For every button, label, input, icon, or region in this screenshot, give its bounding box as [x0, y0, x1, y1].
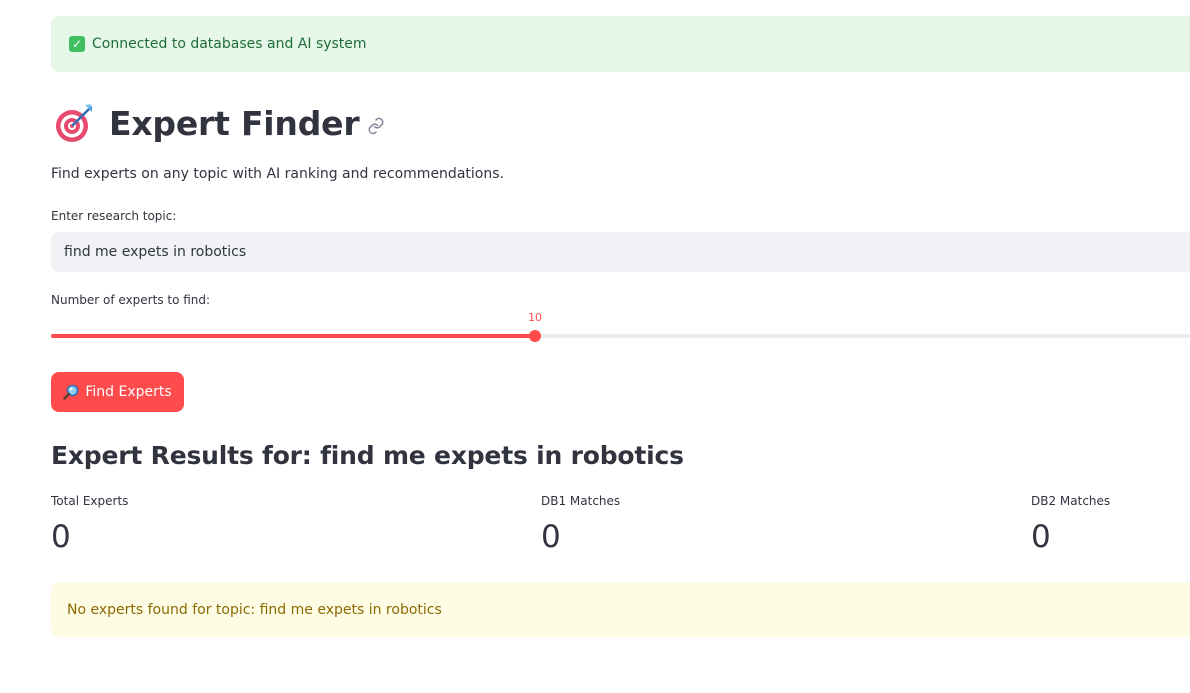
- count-slider-value: 10: [528, 311, 542, 324]
- metric-db1-matches: DB1 Matches 0: [541, 494, 620, 555]
- magnifier-icon: [63, 384, 79, 400]
- target-icon: [56, 104, 92, 142]
- metric-label: DB2 Matches: [1031, 494, 1111, 508]
- metric-db2-matches: DB2 Matches 0: [1031, 494, 1110, 555]
- count-slider-thumb[interactable]: [529, 330, 541, 342]
- count-slider-label: Number of experts to find:: [51, 293, 211, 307]
- metric-value: 0: [1031, 519, 1051, 555]
- results-heading: Expert Results for: find me expets in ro…: [51, 441, 684, 470]
- metric-label: DB1 Matches: [541, 494, 621, 508]
- metric-total-experts: Total Experts 0: [51, 494, 128, 555]
- topic-input-label: Enter research topic:: [51, 209, 177, 223]
- link-icon[interactable]: [367, 117, 385, 135]
- no-results-text: No experts found for topic: find me expe…: [67, 601, 442, 618]
- connection-status-text: Connected to databases and AI system: [92, 36, 367, 52]
- find-experts-button[interactable]: Find Experts: [51, 372, 184, 412]
- page-title: Expert Finder: [109, 103, 360, 143]
- page-description: Find experts on any topic with AI rankin…: [51, 166, 504, 182]
- no-results-warning: No experts found for topic: find me expe…: [51, 582, 1190, 637]
- connection-status-alert: ✓ Connected to databases and AI system: [51, 16, 1190, 72]
- metric-label: Total Experts: [51, 494, 129, 508]
- find-experts-label: Find Experts: [85, 384, 172, 400]
- app-main: ✓ Connected to databases and AI system E…: [0, 0, 1190, 693]
- topic-input[interactable]: find me expets in robotics: [51, 232, 1190, 272]
- check-box-icon: ✓: [69, 36, 85, 52]
- metric-value: 0: [51, 519, 71, 555]
- count-slider-fill: [51, 334, 535, 338]
- metric-value: 0: [541, 519, 561, 555]
- topic-input-value[interactable]: find me expets in robotics: [64, 244, 246, 260]
- page-header: Expert Finder: [53, 102, 385, 144]
